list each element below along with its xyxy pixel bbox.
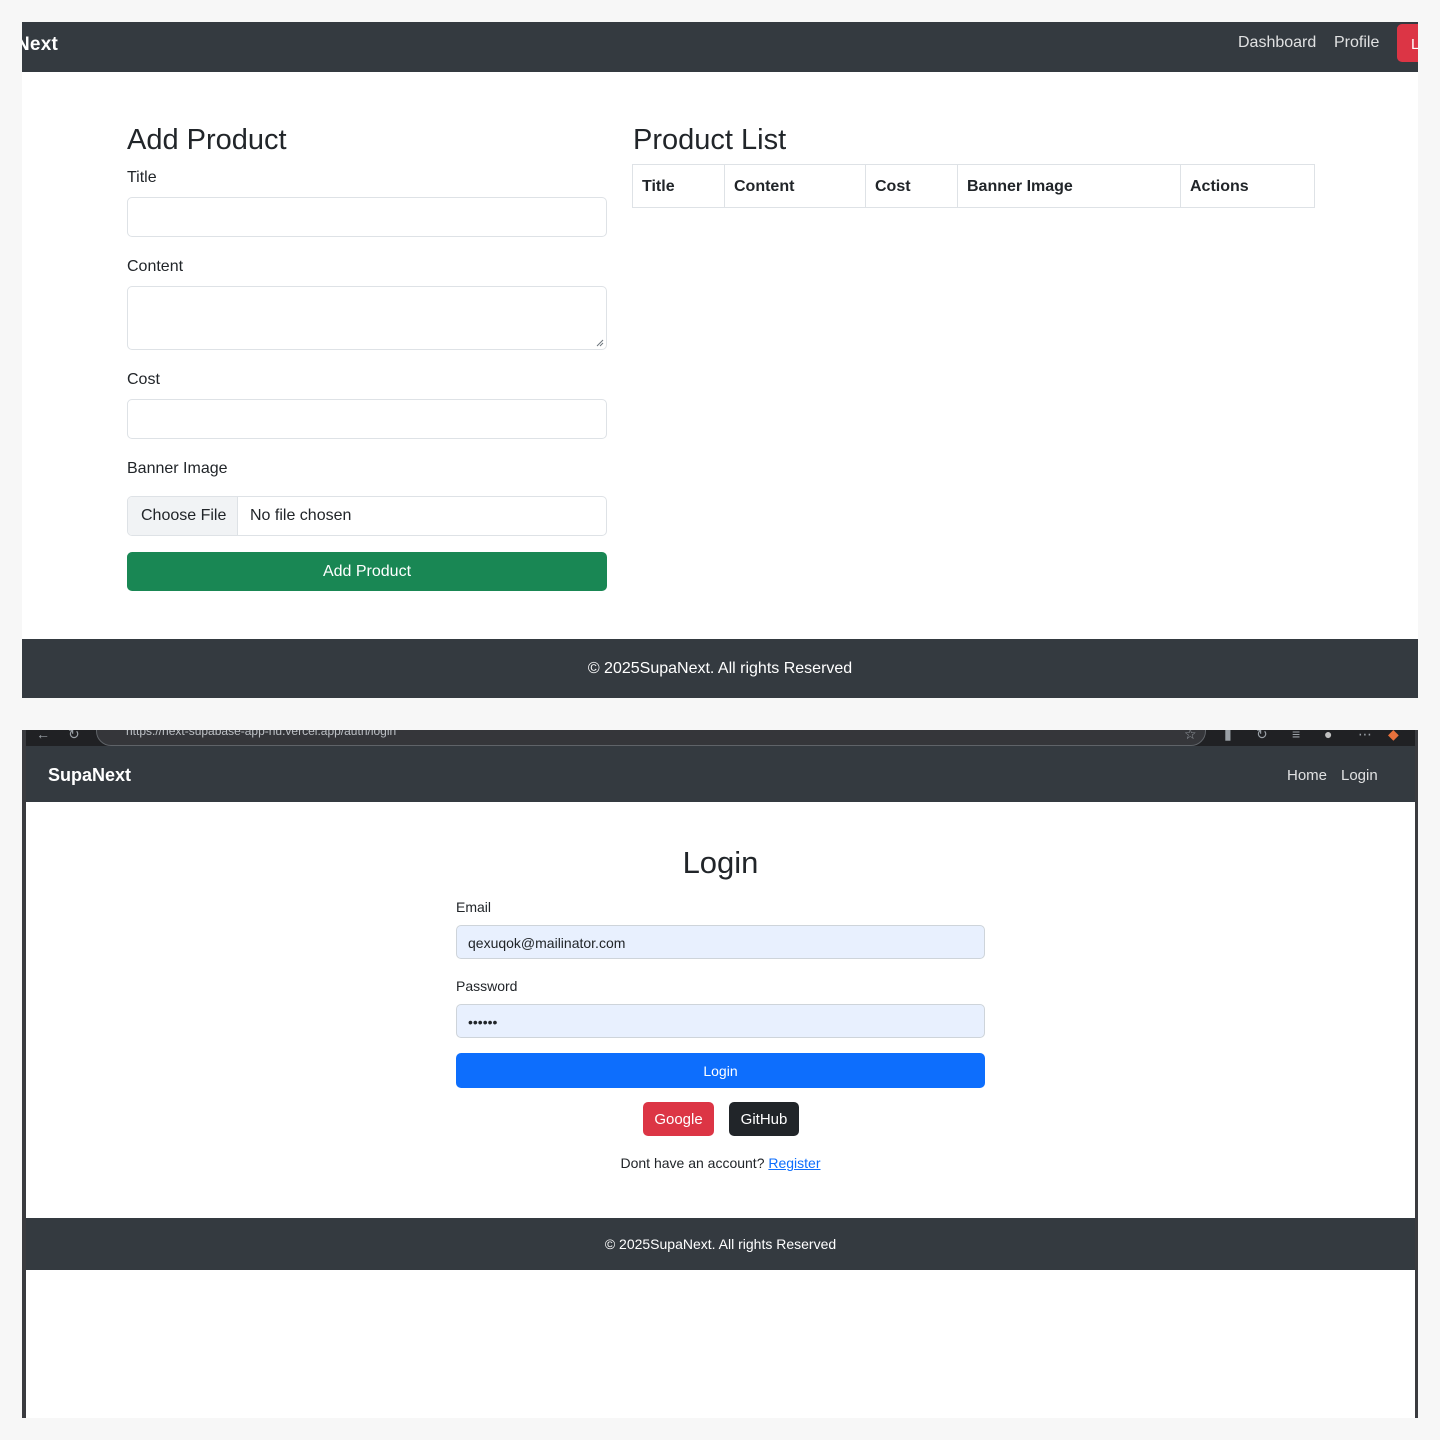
reading-list-icon[interactable]: ≡ [1292,730,1300,742]
login-navbar: SupaNext Home Login [26,746,1415,802]
nav-link-home[interactable]: Home [1287,767,1327,784]
dashboard-screenshot: Next Dashboard Profile L Add Product Tit… [22,22,1418,698]
password-label: Password [456,978,518,994]
content-label: Content [127,258,184,275]
profile-avatar-icon[interactable]: ● [1324,730,1332,742]
column-header-banner-image: Banner Image [958,165,1181,207]
product-table: Title Content Cost Banner Image Actions [632,164,1315,208]
login-heading: Login [682,845,759,880]
column-header-content: Content [725,165,866,207]
navbar-brand[interactable]: Next [22,34,58,56]
password-input[interactable]: •••••• [456,1004,985,1038]
resize-handle-icon[interactable] [596,339,604,347]
logout-button[interactable]: L [1397,24,1418,62]
address-bar-url: https://next-supabase-app-nu.vercel.app/… [126,730,397,738]
dashboard-navbar: Next Dashboard Profile L [22,22,1418,72]
login-screenshot: ← ↻ https://next-supabase-app-nu.vercel.… [22,730,1418,1418]
title-input[interactable] [127,197,607,237]
cost-label: Cost [127,371,160,388]
copilot-icon[interactable]: ◆ [1388,730,1399,743]
column-header-actions: Actions [1190,178,1249,195]
register-prompt: Dont have an account? Register [26,1155,1415,1171]
github-login-button[interactable]: GitHub [729,1102,799,1136]
banner-image-label: Banner Image [127,460,228,477]
content-textarea[interactable] [127,286,607,350]
login-footer: © 2025SupaNext. All rights Reserved [26,1218,1415,1270]
sync-icon[interactable]: ↻ [1256,730,1268,743]
register-link[interactable]: Register [768,1155,820,1171]
email-label: Email [456,899,492,915]
extensions-icon[interactable]: ▮ [1224,730,1232,743]
email-input[interactable]: qexuqok@mailinator.com [456,925,985,959]
choose-file-button[interactable]: Choose File [128,497,238,535]
product-list-heading: Product List [633,124,787,156]
column-header-cost: Cost [866,165,958,207]
add-product-button[interactable]: Add Product [127,552,607,591]
dashboard-footer: © 2025SupaNext. All rights Reserved [22,639,1418,698]
google-login-button[interactable]: Google [643,1102,714,1136]
nav-link-profile[interactable]: Profile [1334,34,1379,52]
bookmark-star-icon[interactable]: ☆ [1184,730,1197,743]
nav-link-login[interactable]: Login [1341,767,1378,784]
add-product-heading: Add Product [127,124,287,156]
login-button[interactable]: Login [456,1053,985,1088]
back-arrow-icon[interactable]: ← [36,730,50,742]
navbar-brand[interactable]: SupaNext [48,765,131,786]
browser-toolbar: ← ↻ https://next-supabase-app-nu.vercel.… [26,730,1415,746]
file-status-text: No file chosen [250,507,352,524]
nav-link-dashboard[interactable]: Dashboard [1238,34,1316,52]
account-prompt-text: Dont have an account? [620,1155,765,1171]
column-header-title: Title [633,165,725,207]
title-label: Title [127,169,157,186]
banner-image-file-input[interactable]: Choose File No file chosen [127,496,607,536]
reload-icon[interactable]: ↻ [68,730,80,743]
more-menu-icon[interactable]: ⋯ [1358,730,1372,743]
cost-input[interactable] [127,399,607,439]
